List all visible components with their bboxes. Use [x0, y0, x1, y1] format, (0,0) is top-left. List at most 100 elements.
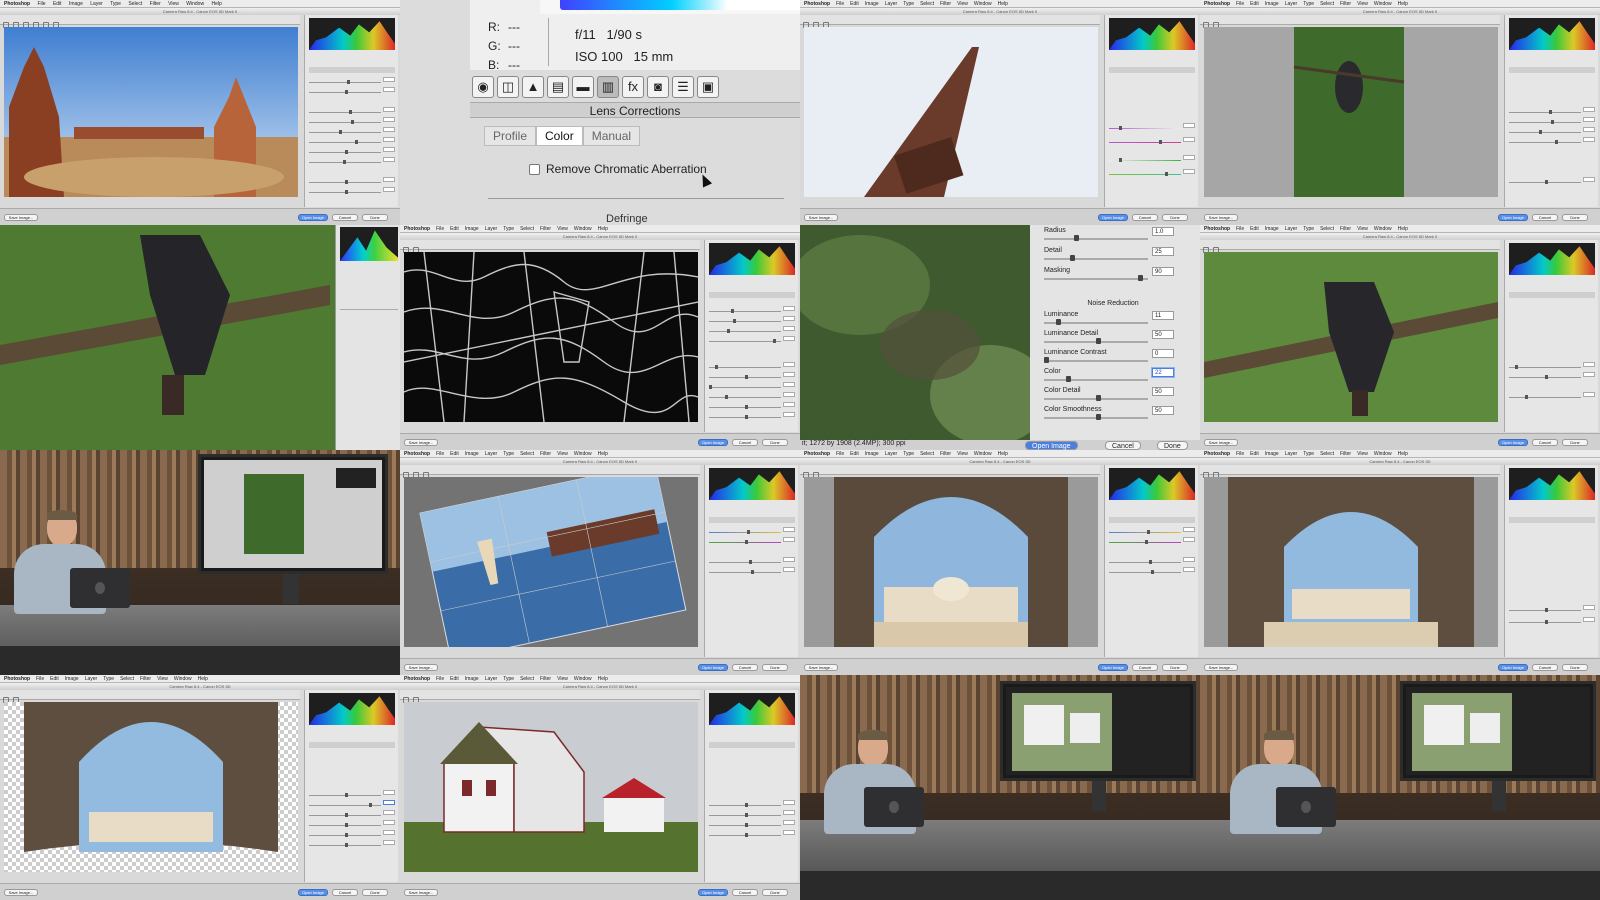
effects-tab-icon[interactable]: fx	[622, 76, 644, 98]
cancel-button[interactable]: Cancel	[1132, 664, 1158, 671]
menu-type[interactable]: Type	[110, 1, 121, 7]
menu-select[interactable]: Select	[1320, 451, 1334, 457]
menu-window[interactable]: Window	[574, 226, 592, 232]
menu-edit[interactable]: Edit	[1250, 1, 1259, 7]
image-dimensions-link[interactable]: it; 1272 by 1908 (2.4MP); 300 ppi	[802, 440, 906, 447]
slider-luminance-contrast[interactable]	[709, 382, 795, 390]
panel-tab-icons[interactable]	[1109, 517, 1195, 523]
menu-select[interactable]: Select	[920, 1, 934, 7]
cancel-button[interactable]: Cancel	[1532, 664, 1558, 671]
image-preview[interactable]	[404, 702, 698, 872]
detail-sliders[interactable]	[340, 309, 398, 409]
slider-masking[interactable]: Masking 90	[1038, 267, 1188, 285]
slider-horizontal[interactable]	[709, 820, 795, 828]
menu-layer[interactable]: Layer	[485, 451, 498, 457]
menu-layer[interactable]: Layer	[1285, 451, 1298, 457]
menu-window[interactable]: Window	[174, 676, 192, 682]
image-preview[interactable]	[1204, 252, 1498, 422]
color-smoothness-value[interactable]: 50	[1152, 406, 1174, 415]
slider-color[interactable]: Color 22	[1038, 368, 1188, 386]
menu-layer[interactable]: Layer	[885, 451, 898, 457]
menu-edit[interactable]: Edit	[1250, 451, 1259, 457]
done-button[interactable]: Done	[1562, 439, 1588, 446]
slider-detail[interactable]	[709, 326, 795, 334]
panel-tab-icons[interactable]	[1109, 67, 1195, 73]
menu-type[interactable]: Type	[503, 226, 514, 232]
slider-clarity[interactable]	[1509, 177, 1595, 185]
slider-rotate[interactable]	[709, 830, 795, 838]
menu-image[interactable]: Image	[1265, 1, 1279, 7]
menu-image[interactable]: Image	[865, 1, 879, 7]
save-image-button[interactable]: Save Image...	[1204, 439, 1238, 446]
menu-app-photoshop[interactable]: Photoshop	[1204, 451, 1230, 457]
menu-type[interactable]: Type	[103, 676, 114, 682]
menu-help[interactable]: Help	[598, 451, 608, 457]
menu-edit[interactable]: Edit	[50, 676, 59, 682]
menu-view[interactable]: View	[1357, 451, 1368, 457]
menu-app-photoshop[interactable]: Photoshop	[404, 226, 430, 232]
open-image-button[interactable]: Open Image	[1098, 664, 1128, 671]
slider-color[interactable]	[709, 392, 795, 400]
slider-exposure[interactable]	[1509, 107, 1595, 115]
menu-type[interactable]: Type	[1303, 451, 1314, 457]
menu-app-photoshop[interactable]: Photoshop	[1204, 226, 1230, 232]
menu-view[interactable]: View	[957, 451, 968, 457]
menu-help[interactable]: Help	[998, 451, 1008, 457]
menu-file[interactable]: File	[436, 226, 444, 232]
slider-vignetting[interactable]	[1509, 617, 1595, 625]
done-button[interactable]: Done	[762, 439, 788, 446]
slider-radius[interactable]: Radius 1.0	[1038, 227, 1188, 245]
slider-exposure[interactable]	[709, 557, 795, 565]
slider-color-smoothness[interactable]	[709, 412, 795, 420]
menu-help[interactable]: Help	[598, 226, 608, 232]
slider-contrast[interactable]	[309, 117, 395, 125]
done-button[interactable]: Done	[1562, 214, 1588, 221]
slider-clarity[interactable]	[309, 177, 395, 185]
menu-edit[interactable]: Edit	[53, 1, 62, 7]
done-button[interactable]: Done	[362, 214, 388, 221]
done-button[interactable]: Done	[362, 889, 388, 896]
menu-type[interactable]: Type	[903, 451, 914, 457]
menu-layer[interactable]: Layer	[1285, 1, 1298, 7]
slider-shadows[interactable]	[309, 137, 395, 145]
tab-manual[interactable]: Manual	[582, 126, 641, 146]
open-image-button[interactable]: Open Image	[1498, 439, 1528, 446]
panel-tab-icons[interactable]	[709, 292, 795, 298]
luminance-detail-value[interactable]: 50	[1152, 330, 1174, 339]
slider-luminance[interactable]: Luminance 11	[1038, 311, 1188, 329]
image-preview[interactable]	[804, 27, 1098, 197]
luminance-contrast-value[interactable]: 0	[1152, 349, 1174, 358]
menu-filter[interactable]: Filter	[940, 451, 951, 457]
save-image-button[interactable]: Save Image...	[4, 214, 38, 221]
open-image-button[interactable]: Open Image	[1498, 214, 1528, 221]
slider-temperature[interactable]	[309, 77, 395, 85]
menu-layer[interactable]: Layer	[90, 1, 103, 7]
slider-blacks[interactable]	[309, 157, 395, 165]
menu-select[interactable]: Select	[1320, 226, 1334, 232]
open-image-button[interactable]: Open Image	[1025, 441, 1078, 450]
save-image-button[interactable]: Save Image...	[1204, 214, 1238, 221]
menu-help[interactable]: Help	[598, 676, 608, 682]
image-preview[interactable]	[804, 477, 1098, 647]
menu-app-photoshop[interactable]: Photoshop	[4, 676, 30, 682]
cancel-button[interactable]: Cancel	[1132, 214, 1158, 221]
detail-tab-icon[interactable]: ▲	[522, 76, 544, 98]
menu-file[interactable]: File	[436, 676, 444, 682]
menu-layer[interactable]: Layer	[885, 1, 898, 7]
menu-edit[interactable]: Edit	[450, 226, 459, 232]
slider-purple-amount[interactable]	[1109, 123, 1195, 131]
menu-layer[interactable]: Layer	[485, 226, 498, 232]
menu-file[interactable]: File	[436, 451, 444, 457]
menu-help[interactable]: Help	[1398, 451, 1408, 457]
slider-exposure[interactable]	[1109, 557, 1195, 565]
snapshots-tab-icon[interactable]: ▣	[697, 76, 719, 98]
slider-green-amount[interactable]	[1109, 155, 1195, 163]
menu-select[interactable]: Select	[120, 676, 134, 682]
slider-luminance-contrast[interactable]: Luminance Contrast 0	[1038, 349, 1188, 367]
menu-view[interactable]: View	[557, 226, 568, 232]
menu-app-photoshop[interactable]: Photoshop	[404, 451, 430, 457]
menu-image[interactable]: Image	[1265, 226, 1279, 232]
menu-edit[interactable]: Edit	[1250, 226, 1259, 232]
slider-contrast[interactable]	[709, 567, 795, 575]
slider-color-detail[interactable]	[709, 402, 795, 410]
